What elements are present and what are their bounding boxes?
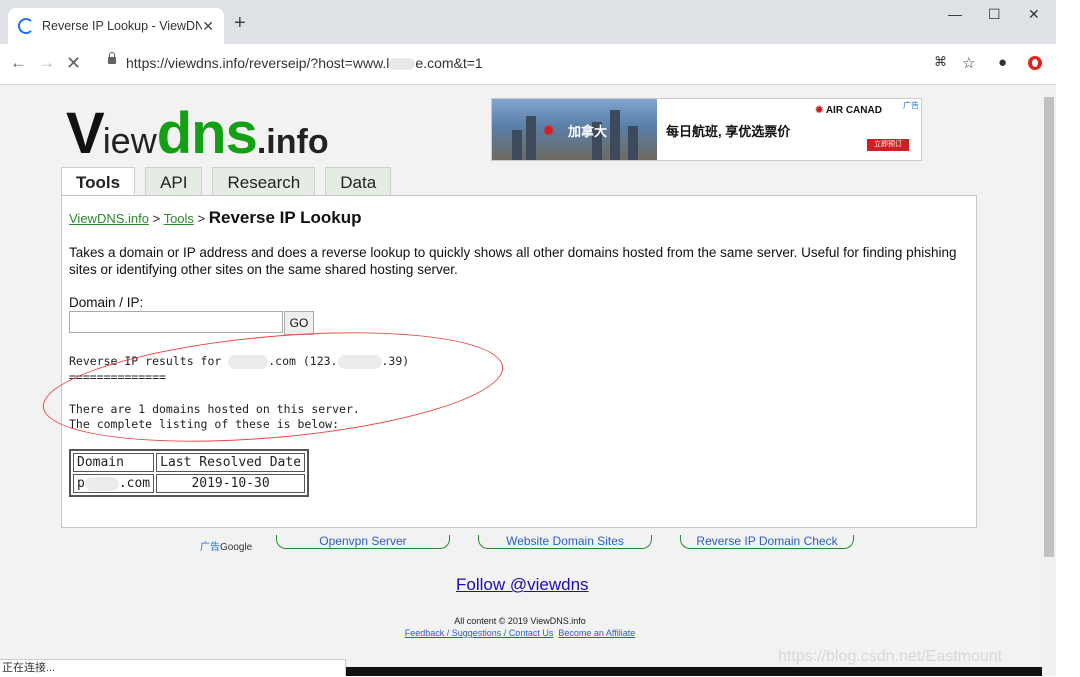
- table-row: p .com 2019-10-30: [73, 474, 306, 493]
- breadcrumb-home-link[interactable]: ViewDNS.info: [69, 211, 149, 226]
- header-last-resolved: Last Resolved Date: [156, 453, 306, 472]
- back-icon[interactable]: ←: [10, 53, 27, 73]
- page-tabs: Tools API Research Data: [61, 167, 401, 196]
- bookmark-star-icon[interactable]: ☆: [962, 54, 975, 72]
- logo-dns: dns: [156, 101, 258, 166]
- loading-spinner-icon: [18, 18, 34, 34]
- maple-leaf-icon: ✹: [542, 123, 556, 140]
- feedback-link[interactable]: Feedback / Suggestions / Contact Us: [405, 628, 554, 638]
- tab-api[interactable]: API: [145, 167, 203, 196]
- results-table: Domain Last Resolved Date p .com 2019-10-…: [69, 449, 310, 497]
- redacted-url: [389, 58, 416, 71]
- cell-date: 2019-10-30: [156, 474, 306, 493]
- viewdns-logo[interactable]: View dns .info: [66, 100, 329, 166]
- tab-tools[interactable]: Tools: [61, 167, 136, 196]
- scrollbar-thumb[interactable]: [1044, 97, 1054, 557]
- lock-icon[interactable]: [108, 52, 116, 64]
- browser-toolbar: ← → ✕ https://viewdns.info/reverseip/?ho…: [0, 44, 1056, 85]
- scrollbar[interactable]: [1042, 85, 1056, 676]
- breadcrumb: ViewDNS.info > Tools > Reverse IP Lookup: [69, 208, 362, 227]
- ad-slogan: 每日航班, 享优选票价: [666, 124, 791, 139]
- ad-brand: ✹ AIR CANAD: [815, 105, 882, 116]
- watermark: https://blog.csdn.net/Eastmount: [778, 648, 1003, 665]
- profile-icon[interactable]: ●: [998, 54, 1007, 71]
- tool-description: Takes a domain or IP address and does a …: [69, 245, 957, 277]
- logo-info: .info: [256, 123, 329, 161]
- red-annotation-circle: [38, 316, 508, 458]
- go-button[interactable]: GO: [284, 311, 314, 335]
- outside-window: [1056, 0, 1080, 676]
- ad-cta-button[interactable]: 立即预订: [867, 139, 909, 151]
- ad-link-website-domain-sites[interactable]: Website Domain Sites: [478, 535, 652, 549]
- ad-city-text: 加拿大: [568, 124, 608, 139]
- tab-research[interactable]: Research: [212, 167, 316, 196]
- url-suffix: e.com&t=1: [415, 55, 483, 71]
- footer: All content © 2019 ViewDNS.info Feedback…: [384, 615, 656, 639]
- tab-data[interactable]: Data: [325, 167, 392, 196]
- banner-ad[interactable]: ✹ 加拿大 每日航班, 享优选票价 ✹ AIR CANAD 广告 立即预订: [491, 98, 922, 161]
- minimize-icon[interactable]: —: [948, 6, 962, 22]
- stop-loading-icon[interactable]: ✕: [66, 53, 81, 74]
- close-window-icon[interactable]: ✕: [1028, 6, 1040, 23]
- status-bar: 正在连接...: [0, 659, 346, 676]
- google-ad-tag[interactable]: 广告Google: [200, 538, 252, 553]
- forward-icon[interactable]: →: [38, 53, 55, 73]
- content-panel: ViewDNS.info > Tools > Reverse IP Lookup…: [38, 195, 977, 528]
- brand-maple-icon: ✹: [815, 105, 824, 116]
- header-domain: Domain: [73, 453, 155, 472]
- cell-domain: p .com: [73, 474, 155, 493]
- browser-title-bar: Reverse IP Lookup - ViewDNS. ✕ + — ☐ ✕: [0, 0, 1056, 44]
- extension-icon[interactable]: [1028, 56, 1042, 70]
- ad-link-openvpn[interactable]: Openvpn Server: [276, 535, 450, 549]
- affiliate-link[interactable]: Become an Affiliate: [558, 628, 635, 638]
- copyright: All content © 2019 ViewDNS.info: [454, 616, 586, 626]
- new-tab-icon[interactable]: +: [234, 12, 246, 35]
- url-prefix: https://viewdns.info/reverseip/?host=www…: [126, 55, 390, 71]
- redacted-domain-cell: [84, 476, 119, 491]
- maximize-icon[interactable]: ☐: [988, 6, 1001, 23]
- logo-v: V: [66, 101, 105, 166]
- table-header-row: Domain Last Resolved Date: [73, 453, 306, 472]
- follow-link[interactable]: Follow @viewdns: [456, 575, 589, 595]
- bottom-ad-strip: [346, 667, 1042, 676]
- address-bar[interactable]: https://viewdns.info/reverseip/?host=www…: [126, 55, 483, 71]
- ad-link-reverse-ip[interactable]: Reverse IP Domain Check: [680, 535, 854, 549]
- logo-iew: iew: [102, 120, 157, 161]
- ad-tag: 广告: [903, 101, 919, 110]
- breadcrumb-tools-link[interactable]: Tools: [164, 211, 194, 226]
- close-tab-icon[interactable]: ✕: [202, 18, 214, 35]
- ad-city-image: ✹ 加拿大: [492, 99, 657, 160]
- tab-title: Reverse IP Lookup - ViewDNS.: [42, 19, 203, 33]
- domain-ip-input[interactable]: [69, 311, 283, 333]
- domain-ip-label: Domain / IP:: [69, 295, 144, 310]
- browser-tab[interactable]: Reverse IP Lookup - ViewDNS. ✕: [8, 8, 224, 44]
- translate-icon[interactable]: ⌘: [934, 54, 947, 70]
- page-title: Reverse IP Lookup: [208, 208, 362, 227]
